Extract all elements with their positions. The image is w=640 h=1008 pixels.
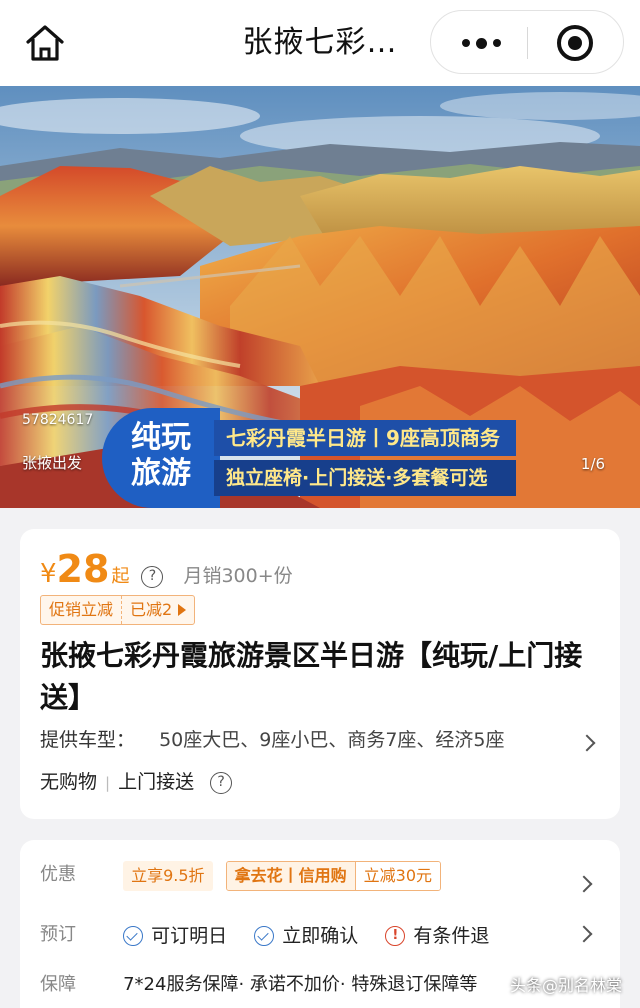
warning-circle-icon: ! xyxy=(385,925,406,946)
price-help-icon[interactable]: ? xyxy=(141,566,164,588)
capsule-divider xyxy=(527,27,528,59)
policy-conditional-refund: 有条件退 xyxy=(413,924,490,947)
booking-row[interactable]: 预订 可订明日 立即确认 ! 有条件退 xyxy=(40,918,511,952)
discount-coupon[interactable]: 立享9.5折 xyxy=(123,860,213,891)
discount-row[interactable]: 优惠 立享9.5折 拿去花丨信用购 立减30元 xyxy=(40,858,442,892)
guarantee-row[interactable]: 保障 7*24服务保障· 承诺不加价· 特殊退订保障等 xyxy=(40,968,477,1002)
promo-amount-text: 已减2 xyxy=(130,600,173,619)
hero-carousel[interactable]: 57824617 张掖出发 纯玩 旅游 七彩丹霞半日游丨9座高顶商务 独立座椅·… xyxy=(0,86,640,508)
vehicle-label: 提供车型： xyxy=(40,729,136,751)
brand-badge-line1: 纯玩 xyxy=(131,420,191,455)
promo-amount: 已减2 xyxy=(122,596,194,624)
policy-book-tomorrow: 可订明日 xyxy=(151,924,228,947)
promo-label: 促销立减 xyxy=(49,600,114,619)
feature-no-shopping: 无购物 xyxy=(40,771,98,793)
feature-list: 无购物 | 上门接送 ? xyxy=(40,767,233,797)
target-close-icon[interactable] xyxy=(557,25,593,61)
brand-badge: 纯玩 旅游 xyxy=(102,408,220,508)
booking-label: 预订 xyxy=(40,924,76,945)
feature-pickup: 上门接送 xyxy=(118,771,195,793)
page-title: 张掖七彩… xyxy=(242,25,398,60)
credit-coupon[interactable]: 拿去花丨信用购 立减30元 xyxy=(225,860,442,891)
price-value: 28 xyxy=(56,547,110,591)
booking-chevron-right-icon[interactable] xyxy=(575,925,593,943)
departure-origin: 张掖出发 xyxy=(22,454,83,472)
mini-program-capsule xyxy=(430,10,624,74)
check-circle-icon xyxy=(254,925,275,946)
source-watermark: 头条@别名林棠 xyxy=(510,976,623,995)
promo-discount-tag[interactable]: 促销立减 已减2 xyxy=(40,595,196,625)
brand-badge-line2: 旅游 xyxy=(131,456,191,491)
price-suffix: 起 xyxy=(111,566,130,587)
credit-coupon-name: 拿去花丨信用购 xyxy=(226,861,355,890)
top-nav-bar: 张掖七彩… xyxy=(0,0,640,86)
product-card: ¥ 28 起 ? 月销300+份 促销立减 已减2 张掖七彩丹霞旅游景区半日游【… xyxy=(20,529,620,819)
more-dots-icon[interactable] xyxy=(453,25,509,61)
triangle-right-icon xyxy=(178,604,187,616)
carousel-counter: 1/6 xyxy=(580,455,606,473)
promo-banner: 纯玩 旅游 七彩丹霞半日游丨9座高顶商务 独立座椅·上门接送·多套餐可选 xyxy=(102,408,518,508)
guarantee-label: 保障 xyxy=(40,974,76,995)
price-row: ¥ 28 起 ? 月销300+份 xyxy=(40,547,293,591)
product-title: 张掖七彩丹霞旅游景区半日游【纯玩/上门接送】 xyxy=(40,639,583,714)
product-id: 57824617 xyxy=(22,412,94,428)
discount-label: 优惠 xyxy=(40,864,76,885)
discount-chevron-right-icon[interactable] xyxy=(575,875,593,893)
feature-help-icon[interactable]: ? xyxy=(210,772,233,794)
guarantee-text: 7*24服务保障· 承诺不加价· 特殊退订保障等 xyxy=(123,974,478,995)
check-circle-icon xyxy=(123,925,144,946)
vehicle-types-row[interactable]: 提供车型： 50座大巴、9座小巴、商务7座、经济5座 xyxy=(40,725,600,755)
feature-divider: | xyxy=(105,774,111,792)
home-icon[interactable] xyxy=(22,20,68,66)
banner-headline: 七彩丹霞半日游丨9座高顶商务 xyxy=(214,420,516,456)
credit-coupon-value: 立减30元 xyxy=(354,861,441,890)
price-currency: ¥ xyxy=(40,559,57,589)
banner-subline: 独立座椅·上门接送·多套餐可选 xyxy=(214,460,516,496)
vehicle-value: 50座大巴、9座小巴、商务7座、经济5座 xyxy=(159,729,505,751)
monthly-sales: 月销300+份 xyxy=(183,565,293,587)
policy-instant-confirm: 立即确认 xyxy=(282,924,359,947)
